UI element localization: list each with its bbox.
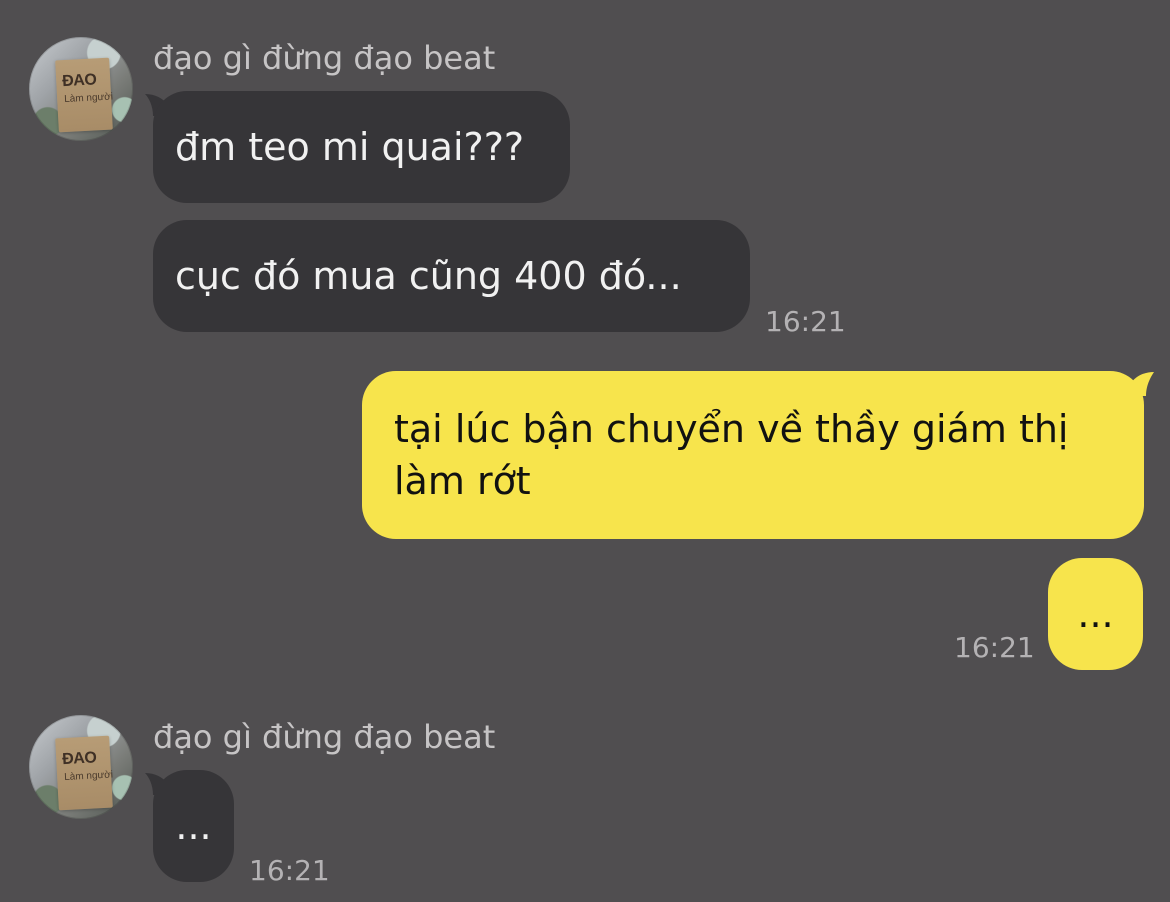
book-image: ĐAO Làm người	[55, 57, 114, 133]
incoming-message-bubble[interactable]: ...	[153, 770, 234, 882]
sender-name: đạo gì đừng đạo beat	[153, 718, 496, 756]
avatar-book-title: ĐAO	[61, 71, 97, 91]
outgoing-message-bubble[interactable]: ...	[1048, 558, 1143, 670]
sender-name: đạo gì đừng đạo beat	[153, 39, 496, 77]
message-text: ...	[175, 804, 212, 848]
contact-avatar[interactable]: ĐAO Làm người	[29, 715, 133, 819]
incoming-message-bubble[interactable]: cục đó mua cũng 400 đó...	[153, 220, 750, 332]
contact-avatar[interactable]: ĐAO Làm người	[29, 37, 133, 141]
avatar-book-title: ĐAO	[61, 749, 97, 769]
message-text: cục đó mua cũng 400 đó...	[175, 254, 682, 298]
avatar-book-subtitle: Làm người	[63, 91, 114, 106]
message-text: tại lúc bận chuyển về thầy giám thị làm …	[394, 407, 1069, 503]
avatar-book-subtitle: Làm người	[63, 769, 114, 784]
message-text: ...	[1077, 592, 1114, 636]
incoming-message-bubble[interactable]: đm teo mi quai???	[153, 91, 570, 203]
message-timestamp: 16:21	[249, 854, 330, 887]
message-timestamp: 16:21	[954, 631, 1035, 664]
book-image: ĐAO Làm người	[55, 735, 114, 811]
outgoing-message-bubble[interactable]: tại lúc bận chuyển về thầy giám thị làm …	[362, 371, 1144, 539]
message-text: đm teo mi quai???	[175, 125, 525, 169]
message-timestamp: 16:21	[765, 305, 846, 338]
